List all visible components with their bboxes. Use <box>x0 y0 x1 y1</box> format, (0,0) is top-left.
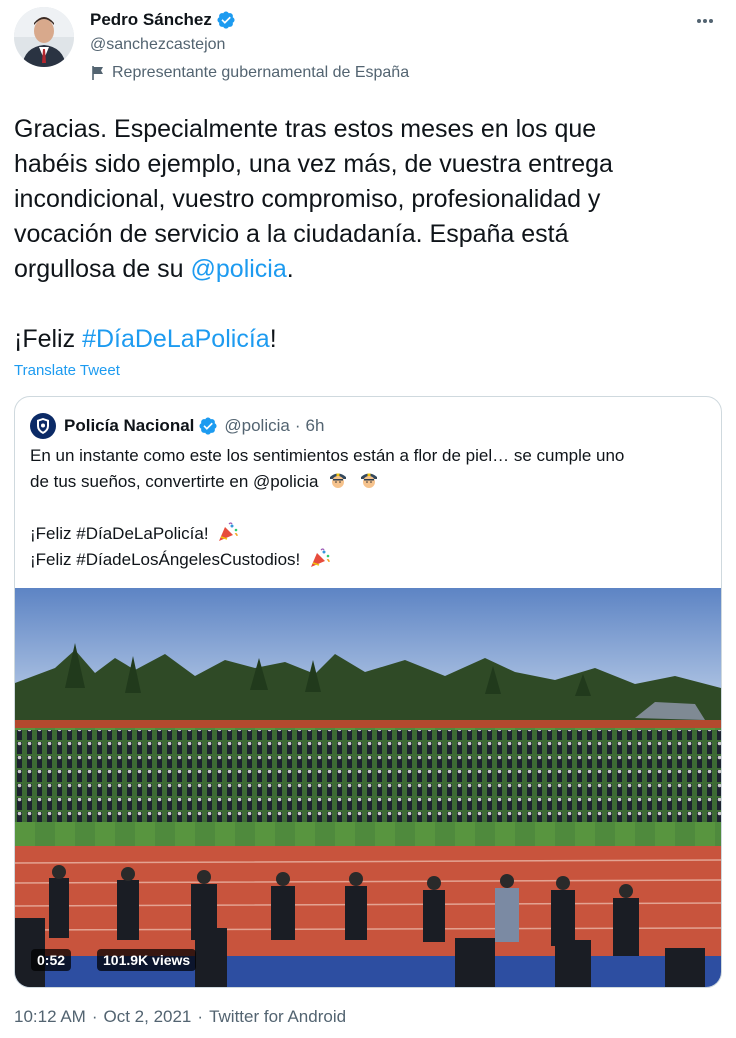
tweet-text-segment: ¡Feliz <box>14 325 83 353</box>
video-view-count: 101.9K views <box>97 949 197 971</box>
tweet-text-segment: orgullosa de su <box>14 255 191 283</box>
author-name[interactable]: Pedro Sánchez <box>90 10 212 30</box>
government-label-text: Representante gubernamental de España <box>112 64 410 81</box>
police-officer-emoji-icon <box>330 473 347 488</box>
party-popper-emoji-icon <box>219 522 238 541</box>
author-handle[interactable]: @sanchezcastejon <box>90 36 225 54</box>
verified-badge-icon <box>217 11 235 29</box>
quoted-avatar[interactable] <box>30 413 56 439</box>
tweet-text: Gracias. Especialmente tras estos meses … <box>14 112 724 357</box>
video-player[interactable]: 0:52 101.9K views <box>15 588 721 987</box>
separator-dot: · <box>197 1007 204 1026</box>
tweet-text-segment: ! <box>269 325 277 353</box>
hashtag-link[interactable]: #DíaDeLaPolicía <box>82 325 270 353</box>
government-label[interactable]: Representante gubernamental de España <box>90 64 409 82</box>
tweet-line: habéis sido ejemplo, una vez más, de vue… <box>14 150 613 178</box>
flag-icon <box>92 66 103 80</box>
more-options-button[interactable] <box>692 8 718 34</box>
verified-badge-icon <box>199 417 217 435</box>
tweet-source[interactable]: Twitter for Android <box>209 1007 346 1027</box>
separator-dot: · <box>91 1007 98 1026</box>
quoted-line-text: ¡Feliz #DíadeLosÁngelesCustodios! <box>30 550 301 569</box>
tweet-time[interactable]: 10:12 AM <box>14 1007 86 1027</box>
tweet-line: incondicional, vuestro compromiso, profe… <box>14 185 601 213</box>
video-thumbnail <box>15 588 721 987</box>
quoted-line-with-emoji: de tus sueños, convertirte en @policia <box>30 469 710 495</box>
tweet-line: vocación de servicio a la ciudadanía. Es… <box>14 220 569 248</box>
quoted-line: En un instante como este los sentimiento… <box>30 446 625 465</box>
more-icon <box>697 19 713 23</box>
quoted-tweet-text: En un instante como este los sentimiento… <box>30 443 710 573</box>
mention-link[interactable]: @policia <box>191 255 287 283</box>
tweet-text-segment: . <box>286 255 294 283</box>
tweet-line: orgullosa de su @policia. <box>14 252 724 287</box>
tweet-metadata: 10:12 AM · Oct 2, 2021 · Twitter for And… <box>14 1007 346 1027</box>
quoted-line-with-emoji: ¡Feliz #DíadeLosÁngelesCustodios! <box>30 547 710 573</box>
quoted-tweet-header: Policía Nacional @policia · 6h <box>30 413 324 439</box>
police-badge-icon <box>37 418 49 434</box>
quoted-tweet[interactable]: Policía Nacional @policia · 6h En un ins… <box>14 396 722 988</box>
quoted-line-text: ¡Feliz #DíaDeLaPolicía! <box>30 524 209 543</box>
tweet-line: ¡Feliz #DíaDeLaPolicía! <box>14 322 724 357</box>
translate-tweet-link[interactable]: Translate Tweet <box>14 362 120 379</box>
tweet-line: Gracias. Especialmente tras estos meses … <box>14 115 597 143</box>
quoted-author-name[interactable]: Policía Nacional <box>64 416 194 436</box>
police-officer-emoji-icon <box>360 473 377 488</box>
tweet-header: Pedro Sánchez @sanchezcastejon Represent… <box>14 6 722 90</box>
separator-dot: · <box>294 416 301 435</box>
quoted-author-handle[interactable]: @policia <box>224 416 289 436</box>
author-name-row: Pedro Sánchez <box>90 10 236 30</box>
party-popper-emoji-icon <box>311 548 330 567</box>
quoted-timestamp[interactable]: 6h <box>306 416 325 436</box>
quoted-line-text: de tus sueños, convertirte en @policia <box>30 472 319 491</box>
quoted-line-with-emoji: ¡Feliz #DíaDeLaPolicía! <box>30 521 710 547</box>
video-duration: 0:52 <box>31 949 72 971</box>
tweet-date[interactable]: Oct 2, 2021 <box>104 1007 192 1027</box>
avatar[interactable] <box>14 7 74 67</box>
